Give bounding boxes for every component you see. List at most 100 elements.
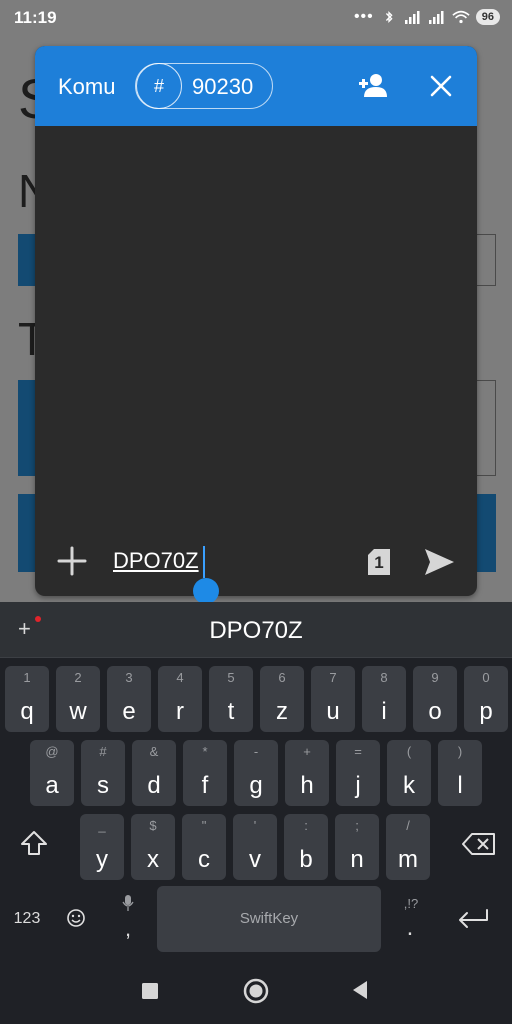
shift-icon[interactable] [20,830,48,856]
key-char: w [69,698,87,725]
plus-icon[interactable] [57,546,87,576]
key-char: u [326,698,340,725]
key-i[interactable]: 8i [362,666,406,732]
key-p[interactable]: 0p [464,666,508,732]
key-a[interactable]: @ a [30,740,74,806]
key-q[interactable]: 1q [5,666,49,732]
key-char: k [403,772,415,799]
room-number: 90230 [192,74,254,99]
bluetooth-icon [385,11,393,23]
status-bar: 11:19 ••• 96 [0,0,512,36]
key-char: o [428,698,442,725]
key-r[interactable]: 4r [158,666,202,732]
key-j[interactable]: = j [336,740,380,806]
bg-button-blue-1 [18,494,36,572]
key-hint: 0 [482,670,490,685]
period-hint: ,!? [403,896,419,911]
key-char: c [198,846,210,873]
text-cursor [203,546,205,578]
key-char: x [147,846,159,873]
key-u[interactable]: 7u [311,666,355,732]
key-char: z [276,698,288,725]
keyboard: 1q2w3e4r5t6z7u8i9o0p @ a # s & d * f - g + h = j(k) l … [0,658,512,960]
key-t[interactable]: 5t [209,666,253,732]
key-c[interactable]: " c [182,814,226,880]
home-icon[interactable] [243,978,269,1004]
room-id-pill[interactable]: # 90230 [135,63,273,109]
key-hint: 9 [431,670,439,685]
key-hint: " [201,818,207,833]
key-o[interactable]: 9o [413,666,457,732]
key-n[interactable]: ; n [335,814,379,880]
signal-icon [404,11,420,24]
key-m[interactable]: / m [386,814,430,880]
key-w[interactable]: 2w [56,666,100,732]
microphone-icon[interactable] [122,894,134,912]
page-count: 1 [374,553,384,572]
key-hint: # [99,744,107,759]
chat-window: Komu # 90230 DPO70Z 1 [35,46,477,596]
bg-dropdown-1 [476,234,496,286]
message-list [35,126,477,536]
key-char: q [20,698,34,725]
comma-key[interactable]: , [118,916,138,942]
numbers-key[interactable]: 123 [10,910,44,928]
key-char: y [96,846,108,873]
backspace-icon[interactable] [462,832,496,856]
key-char: a [45,772,59,799]
key-f[interactable]: * f [183,740,227,806]
status-icons: ••• 96 [354,8,500,26]
key-v[interactable]: ' v [233,814,277,880]
send-icon[interactable] [423,547,455,577]
close-icon[interactable] [429,74,453,98]
emoji-icon[interactable] [66,908,86,928]
suggestion-word[interactable]: DPO70Z [0,617,512,645]
space-key[interactable]: SwiftKey [157,886,381,952]
key-hint: - [253,744,259,759]
key-hint: ' [253,818,257,833]
key-d[interactable]: & d [132,740,176,806]
status-time: 11:19 [14,8,57,27]
key-z[interactable]: 6z [260,666,304,732]
key-hint: * [202,744,208,759]
key-hint: ; [355,818,359,833]
key-char: j [355,772,361,799]
key-char: t [227,698,235,725]
bg-field-blue-2 [18,380,36,476]
recents-icon[interactable] [141,982,159,1000]
key-x[interactable]: $ x [131,814,175,880]
key-s[interactable]: # s [81,740,125,806]
enter-icon[interactable] [456,908,490,930]
key-hint: 1 [23,670,31,685]
key-char: n [350,846,364,873]
key-hint: _ [98,818,106,833]
signal-icon-2 [428,11,444,24]
key-hint: 4 [176,670,184,685]
swiftkey-logo: SwiftKey [239,910,299,927]
key-hint: ) [457,744,463,759]
key-h[interactable]: + h [285,740,329,806]
message-input[interactable]: DPO70Z [113,548,353,578]
key-y[interactable]: _ y [80,814,124,880]
key-hint: ( [406,744,412,759]
suggestion-strip: + DPO70Z [0,602,512,658]
navigation-bar [0,960,512,1024]
chat-header: Komu # 90230 [35,46,477,126]
key-e[interactable]: 3e [107,666,151,732]
key-k[interactable]: (k [387,740,431,806]
chat-title: Komu [58,74,116,99]
key-char: i [381,698,387,725]
period-key[interactable]: . [400,914,420,942]
key-hint: / [406,818,410,833]
key-b[interactable]: :b [284,814,328,880]
back-icon[interactable] [351,980,369,1000]
key-char: v [249,846,261,873]
text-selection-handle[interactable] [193,578,219,604]
page-icon[interactable]: 1 [367,548,391,576]
key-g[interactable]: -g [234,740,278,806]
add-user-icon[interactable] [357,72,387,98]
key-hint: 6 [278,670,286,685]
key-hint: 3 [125,670,133,685]
hash-icon: # [136,63,182,109]
key-l[interactable]: ) l [438,740,482,806]
